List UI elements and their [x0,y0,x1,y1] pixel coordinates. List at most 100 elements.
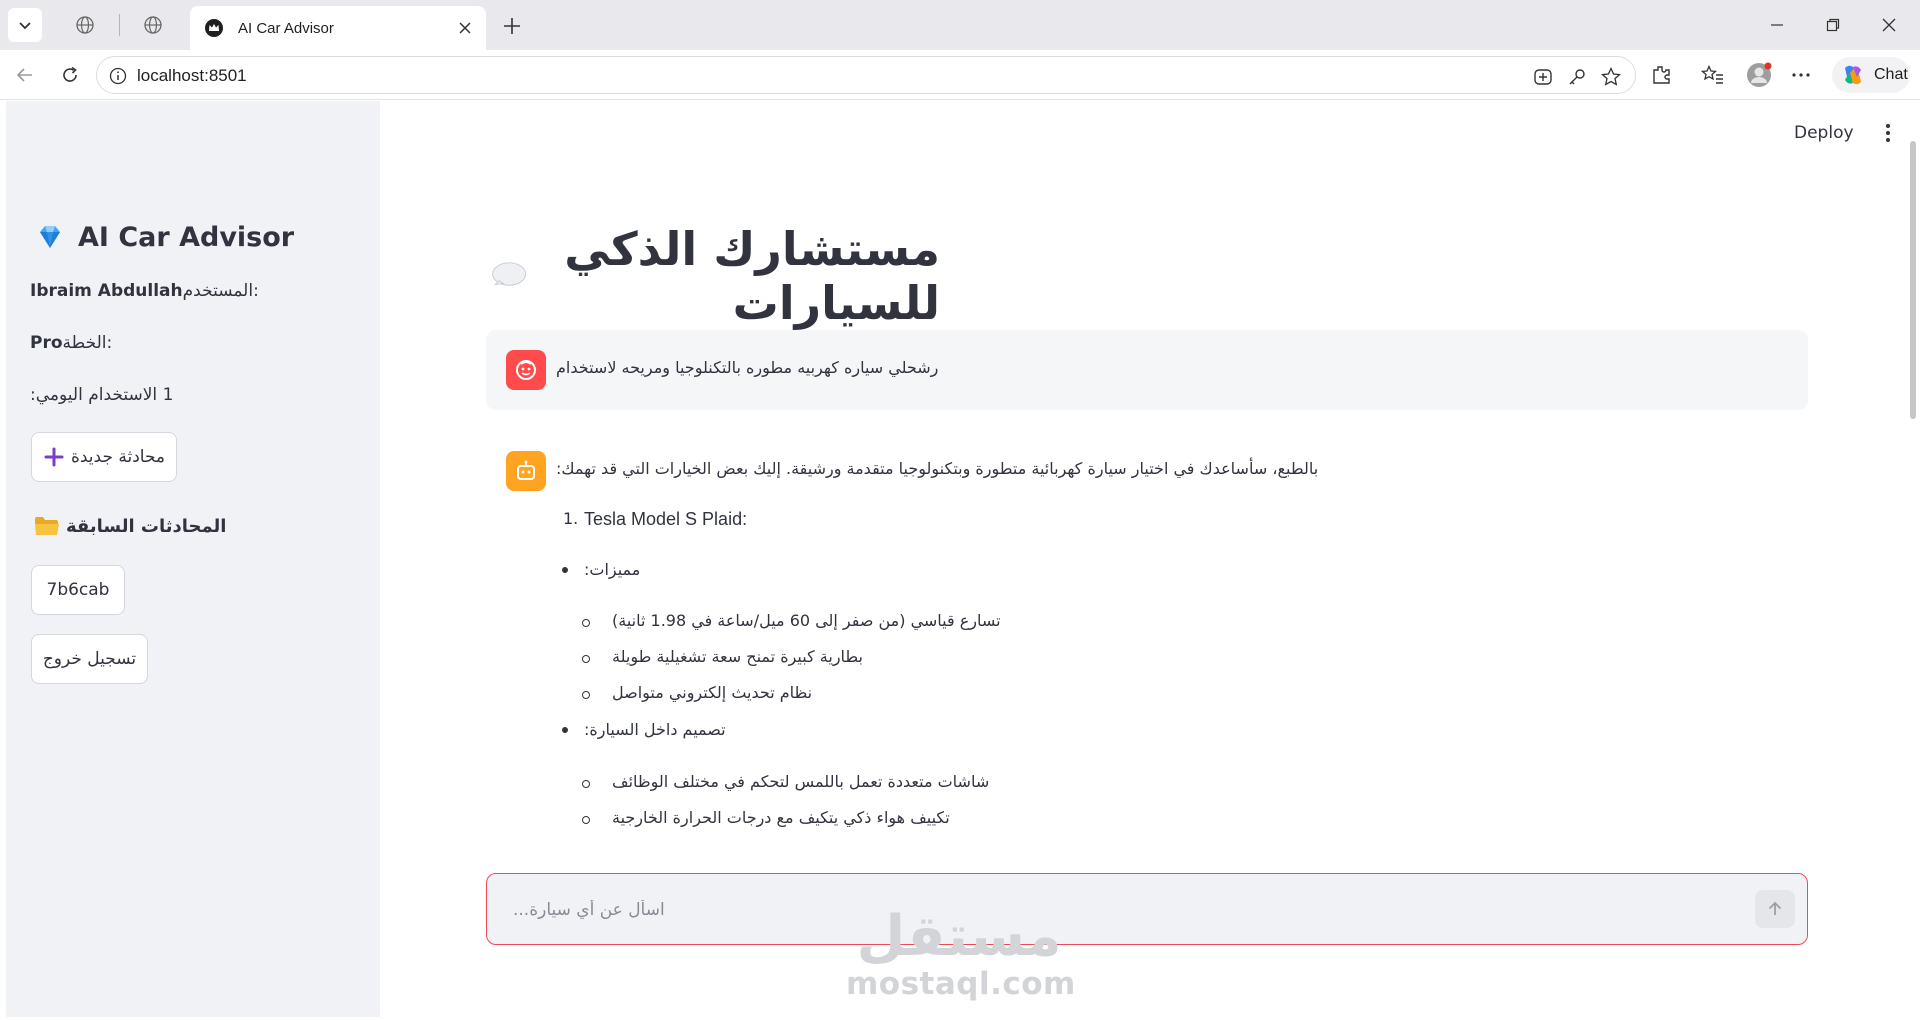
chat-input-box [486,873,1808,945]
browser-toolbar: localhost:8501 Chat [0,50,1920,100]
tab-actions-button[interactable] [8,8,42,42]
history-item-label: 7b6cab [46,580,110,600]
new-tab-button[interactable] [498,12,526,40]
restore-button[interactable] [1818,10,1848,40]
assistant-intro: بالطبع، سأساعدك في اختيار سيارة كهربائية… [556,459,1319,478]
interior-item: تكييف هواء ذكي يتكيف مع درجات الحرارة ال… [612,808,950,827]
pinned-tab-1[interactable] [72,12,98,38]
interior-item: شاشات متعددة تعمل باللمس لتحكم في مختلف … [612,772,990,791]
send-button[interactable] [1755,890,1795,928]
bullet-dot [562,567,568,573]
usage-label: الاستخدام اليومي: [30,385,158,405]
plus-icon [504,18,520,34]
chat-input[interactable] [513,894,1713,926]
plan-line: Proالخطة: [30,333,112,353]
profile-icon [1747,62,1772,87]
user-name: Ibraim Abdullah [30,281,183,301]
more-menu-icon[interactable] [1788,62,1814,88]
logout-button[interactable]: تسجيل خروج [31,634,148,684]
watermark-latin: mostaql.com [846,966,1076,1002]
tab-separator [119,14,120,36]
user-face-icon [516,360,536,380]
user-label: المستخدم: [182,281,259,301]
usage-value: 1 [162,385,174,405]
minimize-icon [1771,24,1783,26]
feature-item: نظام تحديث إلكتروني متواصل [612,683,813,702]
app-available-icon[interactable] [1531,65,1555,89]
history-title: المحادثات السابقة [66,515,227,537]
bullet-ring [582,619,590,627]
scrollbar[interactable] [1909,141,1917,841]
main-menu-button[interactable] [1876,119,1900,147]
sidebar: AI Car Advisor Ibraim Abdullahالمستخدم: … [6,101,380,1017]
app-title: AI Car Advisor [78,221,295,253]
interior-heading: تصميم داخل السيارة: [584,720,726,739]
new-chat-button[interactable]: محادثة جديدة [31,432,177,482]
usage-line: 1 الاستخدام اليومي: [30,385,173,405]
bullet-ring [582,655,590,663]
history-section-title: المحادثات السابقة [34,515,226,537]
user-line: Ibraim Abdullahالمستخدم: [30,281,259,301]
gem-icon [40,226,60,248]
scrollbar-thumb[interactable] [1910,141,1916,419]
close-tab-icon[interactable] [454,17,476,39]
reload-icon [63,66,77,82]
bullet-ring [582,816,590,824]
folder-icon [35,517,59,535]
user-message-text: رشحلي سياره كهربيه مطوره بالتكنلوجيا ومر… [556,358,939,377]
active-tab[interactable]: AI Car Advisor [190,6,486,50]
globe-icon [144,16,162,34]
browser-tab-bar: AI Car Advisor [0,0,1920,50]
plan-value: Pro [30,333,63,353]
site-info-icon[interactable] [107,65,129,87]
favorites-icon[interactable] [1700,62,1726,88]
profile-avatar[interactable] [1744,62,1774,88]
arrow-up-icon [1768,901,1782,915]
watermark: مستقل mostaql.com [846,904,1076,1002]
url-text: localhost:8501 [137,66,247,85]
copilot-icon [1845,65,1861,85]
list-item-title: Tesla Model S Plaid: [584,509,748,529]
tab-title: AI Car Advisor [238,19,334,37]
new-chat-label: محادثة جديدة [70,447,166,467]
close-window-button[interactable] [1874,10,1904,40]
user-message: رشحلي سياره كهربيه مطوره بالتكنلوجيا ومر… [486,330,1808,410]
chat-label: Chat [1874,66,1908,83]
address-bar[interactable]: localhost:8501 [96,56,1636,94]
plan-label: الخطة: [62,333,113,353]
extensions-icon[interactable] [1648,62,1674,88]
copilot-chat-button[interactable]: Chat [1832,57,1910,93]
main-content: Deploy مستشارك الذكي للسيارات رشحلي سيار… [380,101,1920,1020]
back-button[interactable] [11,61,39,89]
logout-label: تسجيل خروج [42,649,137,669]
watermark-arabic: مستقل [856,904,1062,969]
arrow-left-icon [16,68,32,82]
robot-icon [517,460,535,480]
feature-item: تسارع قياسي (من صفر إلى 60 ميل/ساعة في 1… [612,611,1001,630]
restore-icon [1826,18,1840,32]
history-item-button[interactable]: 7b6cab [31,565,125,615]
sidebar-title: AI Car Advisor [34,221,294,253]
chevron-down-icon [19,22,31,30]
feature-item: بطارية كبيرة تمنح سعة تشغيلية طويلة [612,647,863,666]
app-viewport: AI Car Advisor Ibraim Abdullahالمستخدم: … [6,101,1920,1020]
pinned-tab-2[interactable] [140,12,166,38]
plus-icon [44,447,64,467]
vertical-dots-icon [1886,124,1890,142]
user-avatar [506,350,546,390]
bullet-dot [562,727,568,733]
crown-icon [204,18,224,38]
assistant-avatar [506,451,546,491]
favorite-star-icon[interactable] [1599,65,1623,89]
deploy-button[interactable]: Deploy [1794,123,1854,143]
page-title-text: مستشارك الذكي للسيارات [564,222,940,330]
bullet-ring [582,780,590,788]
globe-icon [76,16,94,34]
close-icon [1882,18,1896,32]
bullet-ring [582,691,590,699]
reload-button[interactable] [56,61,84,89]
list-number: 1. [563,509,579,528]
features-heading: مميزات: [584,560,641,579]
key-icon[interactable] [1565,65,1589,89]
minimize-button[interactable] [1762,10,1792,40]
